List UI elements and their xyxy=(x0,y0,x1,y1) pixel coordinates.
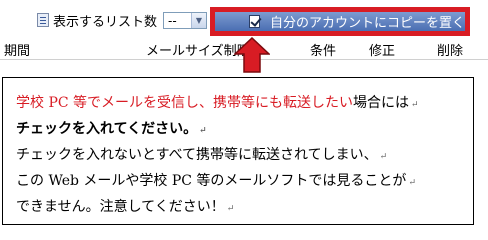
message-line-3: チェックを入れないとすべて携帯等に転送されてしまい、 ↵ xyxy=(16,142,473,168)
paragraph-mark: ↵ xyxy=(411,100,419,110)
paragraph-mark: ↵ xyxy=(199,126,207,136)
copy-to-own-account-button[interactable]: 自分のアカウントにコピーを置く xyxy=(215,12,465,31)
message-line-5: できません。注意してください！ ↵ xyxy=(16,194,473,220)
toolbar: 表示するリスト数 -- ▼ 自分のアカウントにコピーを置く xyxy=(0,0,488,37)
callout-arrow-icon xyxy=(234,37,270,73)
message-line-4: この Web メールや学校 PC 等のメールソフトでは見ることが ↵ xyxy=(16,168,473,194)
list-count-label: 表示するリスト数 xyxy=(53,14,158,30)
list-count-value: -- xyxy=(168,13,177,28)
paragraph-mark: ↵ xyxy=(379,152,388,162)
copy-button-highlight: 自分のアカウントにコピーを置く xyxy=(210,7,470,36)
message-line-2-text: チェックを入れてください。 xyxy=(16,121,198,137)
message-line-4-text: この Web メールや学校 PC 等のメールソフトでは見ることが xyxy=(16,173,407,189)
message-line-5-text: できません。注意してください！ xyxy=(16,199,225,215)
paragraph-mark: ↵ xyxy=(226,204,235,214)
paragraph-mark: ↵ xyxy=(408,178,416,188)
message-line-1-rest: 場合には xyxy=(353,95,410,111)
header-edit: 修正 xyxy=(369,44,396,59)
header-condition: 条件 xyxy=(310,44,337,59)
message-line-2: チェックを入れてください。 ↵ xyxy=(16,116,473,142)
chevron-down-icon[interactable]: ▼ xyxy=(191,13,206,28)
message-line-1: 学校 PC 等でメールを受信し、携帯等にも転送したい場合には ↵ xyxy=(16,90,473,116)
list-count-select[interactable]: -- ▼ xyxy=(163,12,207,29)
page: 表示するリスト数 -- ▼ 自分のアカウントにコピーを置く 期間 メールサイズ制… xyxy=(0,0,488,229)
instruction-message-box: 学校 PC 等でメールを受信し、携帯等にも転送したい場合には ↵ チェックを入れて… xyxy=(2,77,474,225)
header-period: 期間 xyxy=(4,44,31,59)
copy-checkbox[interactable] xyxy=(249,15,260,28)
message-line-3-text: チェックを入れないとすべて携帯等に転送されてしまい、 xyxy=(16,147,378,163)
list-count-control: 表示するリスト数 xyxy=(37,10,157,30)
list-icon xyxy=(37,13,49,27)
message-line-1-highlight: 学校 PC 等でメールを受信し、携帯等にも転送したい xyxy=(16,95,354,111)
copy-button-label: 自分のアカウントにコピーを置く xyxy=(269,16,465,31)
header-delete: 削除 xyxy=(437,44,464,59)
